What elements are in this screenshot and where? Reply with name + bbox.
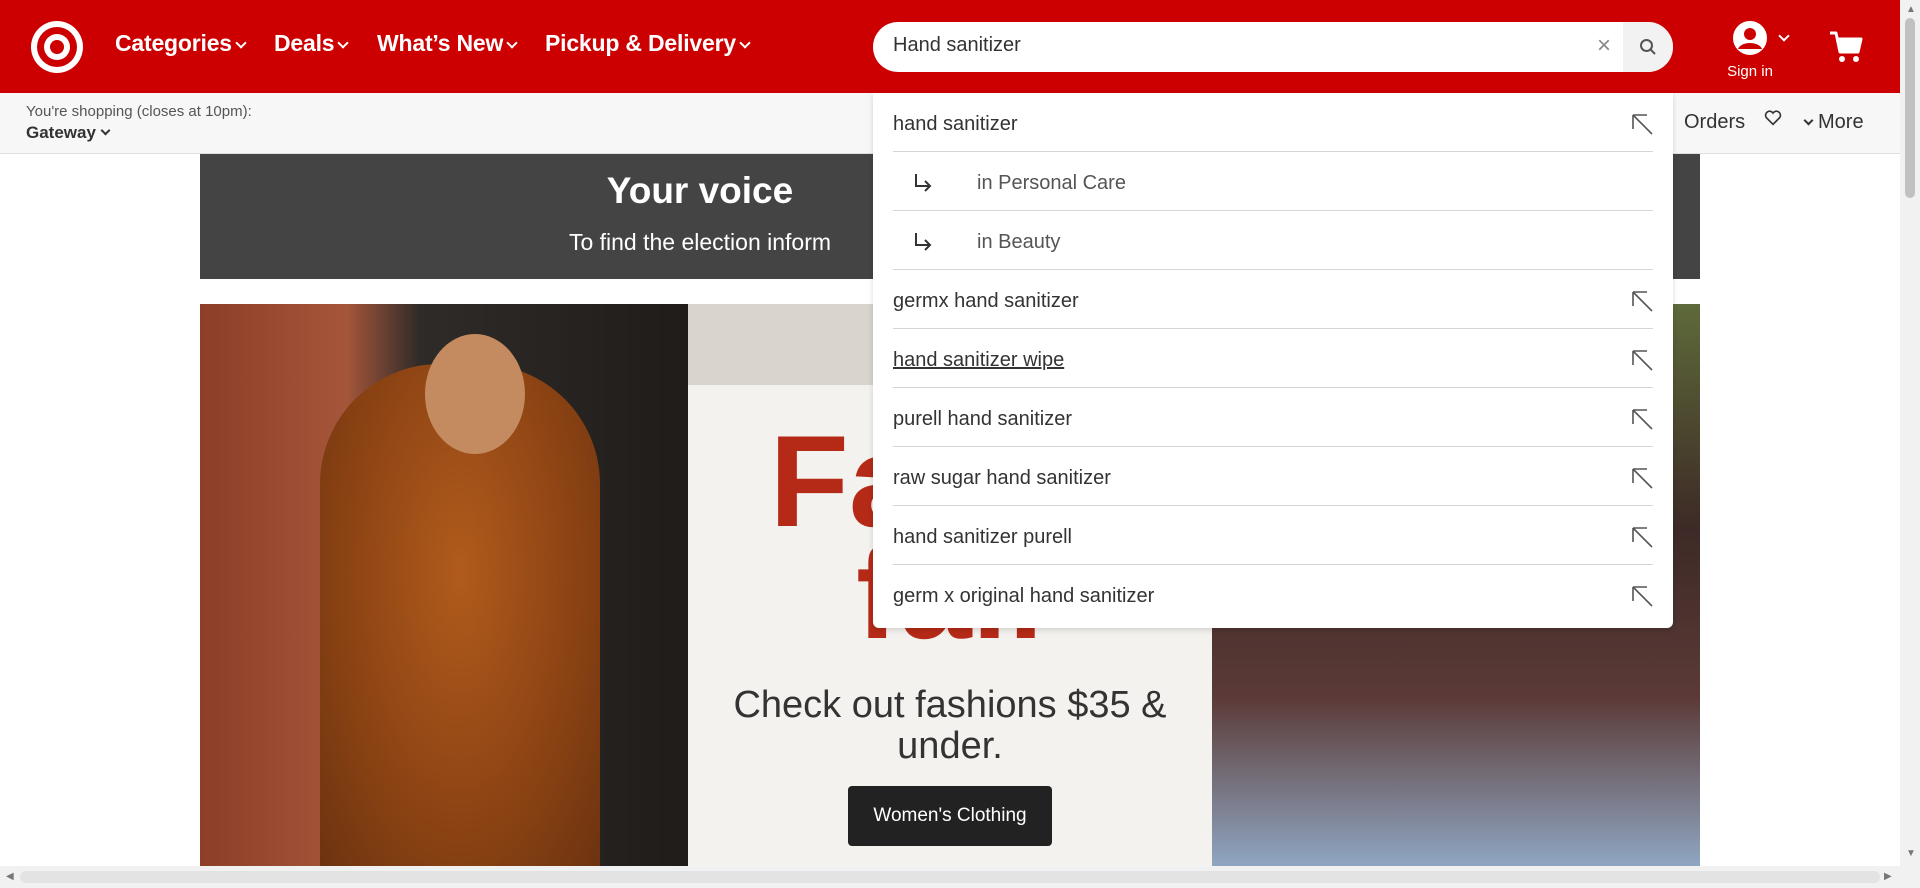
fill-query-arrow-icon[interactable] [1631, 113, 1653, 135]
suggestion-item[interactable]: purell hand sanitizer [893, 388, 1653, 447]
search-icon [1640, 39, 1656, 55]
horizontal-scrollbar[interactable]: ◀ ▶ [0, 866, 1920, 888]
suggestion-item[interactable]: germx hand sanitizer [893, 270, 1653, 329]
more-label: More [1818, 111, 1864, 133]
hero-image-left [200, 304, 688, 866]
womens-clothing-button[interactable]: Women's Clothing [848, 786, 1052, 846]
store-name: Gateway [26, 123, 96, 142]
chevron-down-icon [235, 36, 247, 49]
suggestion-text: germ x original hand sanitizer [893, 585, 1155, 607]
suggestion-text: hand sanitizer wipe [893, 349, 1065, 371]
nav-deals-label: Deals [274, 30, 335, 56]
hero-model-head [425, 334, 525, 454]
vertical-scrollbar[interactable]: ▲ ▼ [1900, 0, 1920, 866]
suggestion-item[interactable]: hand sanitizer purell [893, 506, 1653, 565]
top-navigation-bar: Categories Deals What’s New Pickup & Del… [0, 0, 1900, 93]
vertical-scroll-thumb[interactable] [1905, 18, 1915, 198]
suggestion-category-item[interactable]: in Beauty [893, 211, 1653, 270]
nav-categories-label: Categories [115, 30, 232, 56]
store-selector[interactable]: Gateway [26, 123, 111, 143]
suggestion-category-item[interactable]: in Personal Care [893, 152, 1653, 211]
scroll-left-arrow-icon[interactable]: ◀ [6, 871, 14, 882]
store-hours-text: You're shopping (closes at 10pm): [26, 103, 252, 120]
scroll-right-arrow-icon[interactable]: ▶ [1884, 871, 1892, 882]
heart-icon [1764, 110, 1782, 126]
fill-query-arrow-icon[interactable] [1631, 467, 1653, 489]
sub-arrow-icon [915, 174, 932, 192]
orders-link[interactable]: Orders [1684, 111, 1745, 134]
nav-pickup-delivery-label: Pickup & Delivery [545, 30, 736, 56]
fill-query-arrow-icon[interactable] [1631, 408, 1653, 430]
suggestion-item[interactable]: hand sanitizer [893, 93, 1653, 152]
search-input[interactable] [893, 34, 1543, 57]
chevron-down-icon [1803, 115, 1814, 126]
favorites-link[interactable] [1764, 109, 1782, 133]
orders-label: Orders [1684, 111, 1746, 133]
chevron-down-icon [739, 36, 751, 49]
search-button[interactable] [1623, 22, 1673, 72]
nav-categories[interactable]: Categories [115, 30, 247, 57]
fill-query-arrow-icon[interactable] [1631, 585, 1653, 607]
suggestion-text: hand sanitizer purell [893, 526, 1072, 548]
hero-copy: Check out fashions $35 & under. [733, 684, 1167, 767]
chevron-down-icon [506, 36, 518, 49]
scroll-up-arrow-icon[interactable]: ▲ [1906, 4, 1916, 15]
chevron-down-icon [1778, 30, 1790, 42]
suggestion-item[interactable]: hand sanitizer wipe [893, 329, 1653, 388]
account-icon [1733, 21, 1767, 55]
nav-pickup-delivery[interactable]: Pickup & Delivery [545, 30, 751, 57]
nav-whats-new-label: What’s New [377, 30, 504, 56]
cart-button[interactable] [1828, 30, 1864, 69]
suggestion-item[interactable]: germ x original hand sanitizer [893, 565, 1653, 624]
womens-clothing-label: Women's Clothing [873, 805, 1027, 826]
fill-query-arrow-icon[interactable] [1631, 290, 1653, 312]
cart-icon [1830, 31, 1863, 62]
more-menu[interactable]: More [1803, 111, 1864, 134]
fill-query-arrow-icon[interactable] [1631, 526, 1653, 548]
nav-whats-new[interactable]: What’s New [377, 30, 518, 57]
suggestion-text: purell hand sanitizer [893, 408, 1072, 430]
search-bar: × [873, 22, 1673, 72]
horizontal-scroll-thumb[interactable] [20, 871, 1880, 883]
scroll-down-arrow-icon[interactable]: ▼ [1906, 848, 1916, 859]
suggestion-item[interactable]: raw sugar hand sanitizer [893, 447, 1653, 506]
clear-search-icon[interactable]: × [1597, 32, 1611, 60]
nav-deals[interactable]: Deals [274, 30, 350, 57]
suggestion-text: raw sugar hand sanitizer [893, 467, 1111, 489]
chevron-down-icon [100, 125, 111, 136]
chevron-down-icon [337, 36, 350, 49]
search-suggestions: hand sanitizer in Personal Care in Beaut… [873, 93, 1673, 628]
sign-in-button[interactable]: Sign in [1720, 20, 1790, 80]
suggestion-text: in Beauty [977, 231, 1061, 253]
sub-arrow-icon [915, 233, 932, 251]
target-logo-icon[interactable] [31, 21, 83, 73]
sign-in-label: Sign in [1727, 63, 1773, 80]
fill-query-arrow-icon[interactable] [1631, 349, 1653, 371]
suggestion-text: in Personal Care [977, 172, 1126, 194]
suggestion-text: hand sanitizer [893, 113, 1018, 135]
suggestion-text: germx hand sanitizer [893, 290, 1079, 312]
